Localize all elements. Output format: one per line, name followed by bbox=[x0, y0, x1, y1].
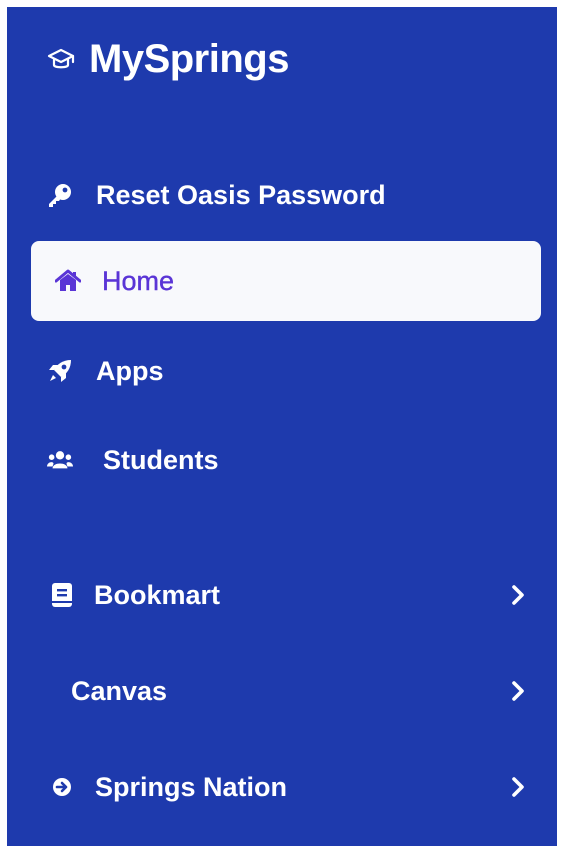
nav-item-label: Home bbox=[102, 265, 175, 296]
nav-group-springs-nation[interactable]: Springs Nation bbox=[31, 747, 541, 827]
nav-group-bookmart[interactable]: Bookmart bbox=[31, 555, 541, 635]
arrow-circle-right-icon bbox=[49, 774, 75, 800]
nav-item-reset-oasis-password[interactable]: Reset Oasis Password bbox=[31, 155, 541, 235]
home-icon bbox=[55, 268, 81, 294]
key-icon bbox=[47, 182, 73, 208]
rocket-icon bbox=[47, 358, 73, 384]
users-icon bbox=[47, 447, 73, 473]
chevron-right-icon bbox=[512, 777, 524, 797]
nav-item-label: Students bbox=[103, 444, 219, 475]
brand[interactable]: MySprings bbox=[47, 31, 289, 87]
sidebar: MySprings Reset Oasis Password Home Apps… bbox=[7, 7, 557, 846]
nav-group-label: Bookmart bbox=[94, 579, 221, 610]
nav-item-label: Apps bbox=[96, 355, 164, 386]
book-icon bbox=[49, 582, 75, 608]
chevron-right-icon bbox=[512, 585, 524, 605]
nav-group-label: Springs Nation bbox=[95, 771, 288, 802]
nav-item-label: Reset Oasis Password bbox=[96, 179, 386, 210]
graduation-cap-icon bbox=[47, 48, 75, 69]
nav-item-students[interactable]: Students bbox=[31, 420, 541, 500]
app-title: MySprings bbox=[89, 36, 289, 81]
nav-group-label: Canvas bbox=[71, 675, 168, 706]
chevron-right-icon bbox=[512, 681, 524, 701]
nav-item-home[interactable]: Home bbox=[31, 241, 541, 321]
nav-item-apps[interactable]: Apps bbox=[31, 331, 541, 411]
nav-group-canvas[interactable]: Canvas bbox=[31, 651, 541, 731]
